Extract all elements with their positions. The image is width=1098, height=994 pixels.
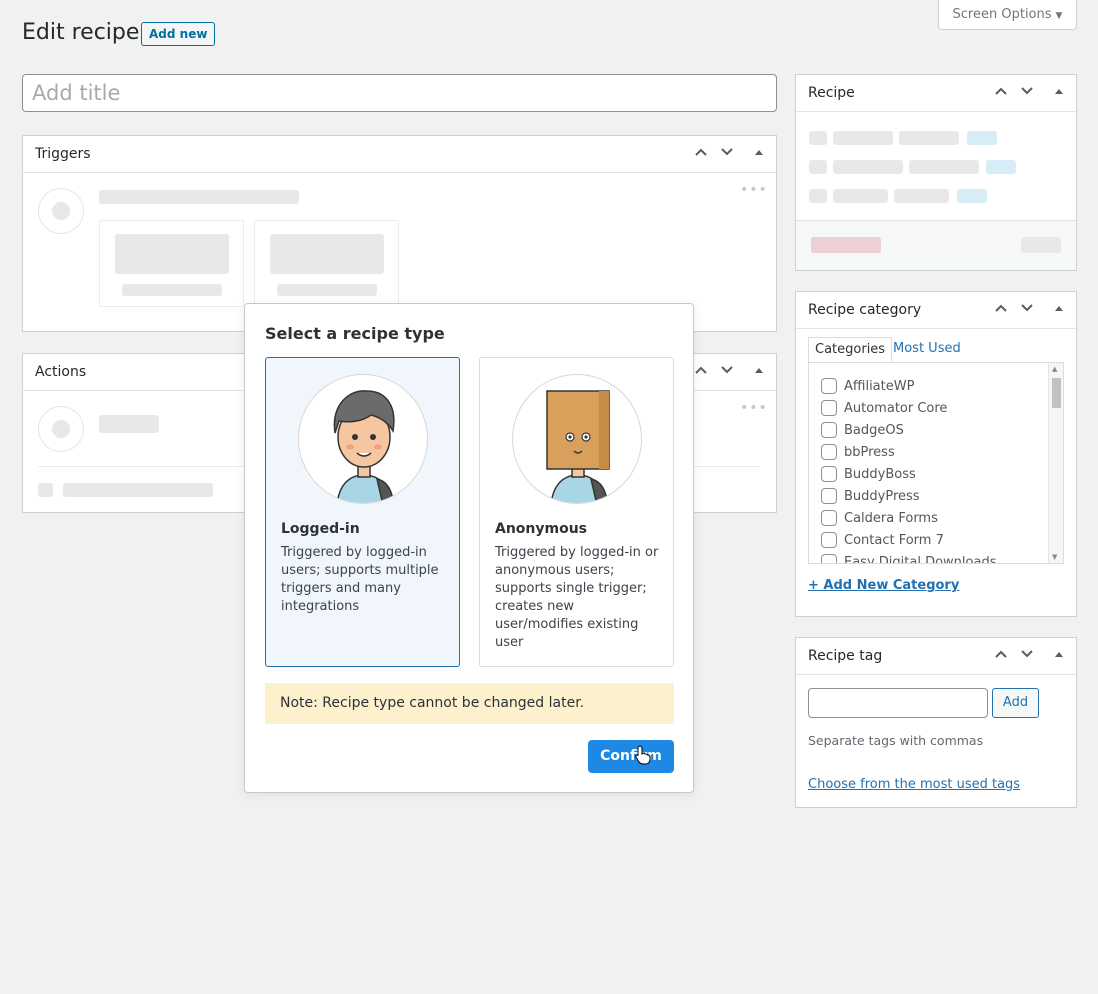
scroll-down-icon[interactable]: ▼ — [1052, 553, 1057, 561]
recipe-type-note: Note: Recipe type cannot be changed late… — [265, 683, 674, 724]
more-dots-icon[interactable]: ••• — [740, 182, 768, 198]
collapse-triangle-icon[interactable] — [1054, 85, 1064, 99]
triggers-box-header: Triggers — [23, 136, 776, 173]
recipe-box-footer — [796, 220, 1076, 270]
category-checkbox[interactable] — [821, 466, 837, 482]
chevron-down-icon[interactable] — [1020, 647, 1034, 661]
anonymous-name: Anonymous — [495, 521, 588, 537]
screen-options-button[interactable]: Screen Options ▼ — [938, 0, 1077, 30]
anonymous-avatar — [512, 374, 642, 504]
logged-in-option[interactable]: Logged-in Triggered by logged-in users; … — [265, 357, 460, 667]
title-input[interactable] — [22, 74, 777, 112]
category-label: Contact Form 7 — [844, 532, 944, 548]
chevron-down-icon[interactable] — [1020, 84, 1034, 98]
chevron-down-icon[interactable] — [720, 145, 734, 159]
category-item[interactable]: AffiliateWP — [821, 375, 914, 397]
chevron-down-icon[interactable] — [720, 363, 734, 377]
scroll-up-icon[interactable]: ▲ — [1052, 365, 1057, 373]
collapse-triangle-icon[interactable] — [754, 364, 764, 378]
logged-in-avatar — [298, 374, 428, 504]
add-new-category-link[interactable]: + Add New Category — [808, 578, 959, 593]
modal-title: Select a recipe type — [265, 324, 445, 343]
recipe-category-title: Recipe category — [808, 302, 922, 318]
screen-options-label: Screen Options — [952, 7, 1052, 22]
action-placeholder-icon — [38, 406, 84, 452]
tab-categories[interactable]: Categories — [808, 337, 893, 363]
category-checkbox[interactable] — [821, 378, 837, 394]
confirm-button[interactable]: Confirm — [588, 740, 674, 773]
logged-in-description: Triggered by logged-in users; supports m… — [281, 545, 439, 614]
chevron-up-icon[interactable] — [694, 363, 708, 377]
trigger-placeholder-icon — [38, 188, 84, 234]
category-scrollbar[interactable]: ▲ ▼ — [1048, 363, 1063, 563]
skeleton-line — [99, 190, 299, 204]
category-item[interactable]: Caldera Forms — [821, 507, 938, 529]
category-item[interactable]: BuddyPress — [821, 485, 920, 507]
collapse-triangle-icon[interactable] — [1054, 302, 1064, 316]
anonymous-option[interactable]: Anonymous Triggered by logged-in or anon… — [479, 357, 674, 667]
category-item[interactable]: Contact Form 7 — [821, 529, 944, 551]
category-checkbox[interactable] — [821, 488, 837, 504]
triggers-title: Triggers — [35, 146, 91, 162]
skeleton-card — [99, 220, 244, 307]
category-label: BadgeOS — [844, 422, 904, 438]
chevron-up-icon[interactable] — [694, 145, 708, 159]
chevron-up-icon[interactable] — [994, 84, 1008, 98]
chevron-up-icon[interactable] — [994, 301, 1008, 315]
category-checklist: AffiliateWP Automator Core BadgeOS bbPre… — [808, 362, 1064, 564]
anonymous-description: Triggered by logged-in or anonymous user… — [495, 545, 659, 650]
category-label: Automator Core — [844, 400, 948, 416]
category-label: Caldera Forms — [844, 510, 938, 526]
recipe-tag-box: Recipe tag Add Separate tags with commas… — [795, 637, 1077, 808]
category-label: BuddyBoss — [844, 466, 916, 482]
category-label: BuddyPress — [844, 488, 920, 504]
category-item[interactable]: BuddyBoss — [821, 463, 916, 485]
category-item[interactable]: Automator Core — [821, 397, 947, 419]
recipe-category-header: Recipe category — [796, 292, 1076, 329]
pointer-cursor-icon — [635, 745, 651, 769]
category-label: AffiliateWP — [844, 378, 915, 394]
caret-down-icon: ▼ — [1055, 11, 1063, 21]
collapse-triangle-icon[interactable] — [754, 146, 764, 160]
tag-hint: Separate tags with commas — [808, 733, 984, 748]
page-title: Edit recipe — [22, 20, 140, 45]
category-checkbox[interactable] — [821, 400, 837, 416]
category-item[interactable]: bbPress — [821, 441, 895, 463]
recipe-category-box: Recipe category Categories Most Used Aff… — [795, 291, 1077, 617]
chevron-up-icon[interactable] — [994, 647, 1008, 661]
category-label: bbPress — [844, 444, 895, 460]
category-item[interactable]: BadgeOS — [821, 419, 904, 441]
scroll-thumb[interactable] — [1052, 378, 1061, 408]
recipe-box-header: Recipe — [796, 75, 1076, 112]
skeleton-line — [63, 483, 213, 497]
category-item[interactable]: Easy Digital Downloads — [821, 551, 997, 564]
logged-in-name: Logged-in — [281, 521, 360, 537]
add-new-button[interactable]: Add new — [141, 22, 216, 46]
skeleton-line — [99, 415, 159, 433]
category-checkbox[interactable] — [821, 532, 837, 548]
add-tag-button[interactable]: Add — [992, 688, 1039, 718]
tab-most-used[interactable]: Most Used — [887, 337, 967, 363]
skeleton-checkbox — [38, 483, 53, 497]
recipe-box: Recipe — [795, 74, 1077, 271]
recipe-tag-title: Recipe tag — [808, 648, 883, 664]
category-checkbox[interactable] — [821, 554, 837, 563]
most-used-tags-link[interactable]: Choose from the most used tags — [808, 777, 1020, 792]
collapse-triangle-icon[interactable] — [1054, 648, 1064, 662]
category-label: Easy Digital Downloads — [844, 554, 997, 564]
recipe-type-modal: Select a recipe type Logged-in Triggered… — [244, 303, 694, 793]
recipe-title: Recipe — [808, 85, 855, 101]
chevron-down-icon[interactable] — [1020, 301, 1034, 315]
tag-input[interactable] — [808, 688, 988, 718]
skeleton-card — [254, 220, 399, 307]
category-checkbox[interactable] — [821, 510, 837, 526]
recipe-tag-header: Recipe tag — [796, 638, 1076, 675]
category-checkbox[interactable] — [821, 422, 837, 438]
category-checkbox[interactable] — [821, 444, 837, 460]
more-dots-icon[interactable]: ••• — [740, 400, 768, 416]
actions-title: Actions — [35, 364, 87, 380]
